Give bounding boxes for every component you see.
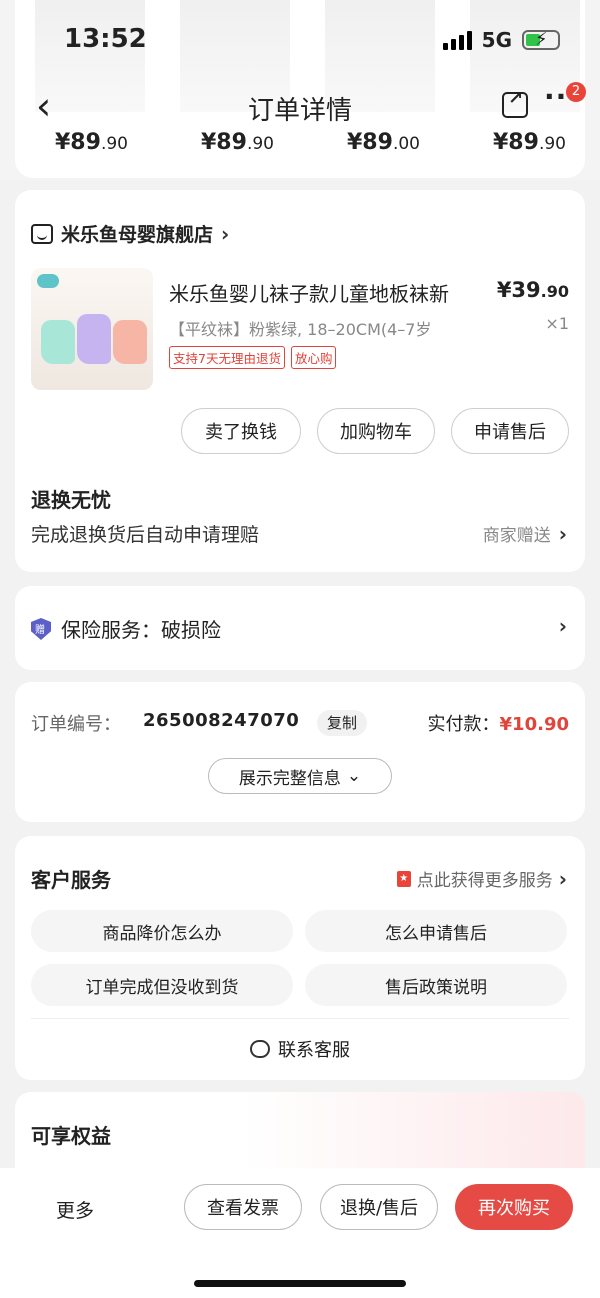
product-title[interactable]: 米乐鱼婴儿袜子款儿童地板袜新 [169,278,489,307]
shop-icon [31,223,53,244]
how-to-after-sale-option[interactable]: 怎么申请售后 [305,910,567,952]
chevron-right-icon: › [558,521,567,546]
price-decimal: .90 [540,282,569,301]
divider [31,1018,569,1019]
add-to-cart-button[interactable]: 加购物车 [317,408,435,454]
chevron-right-icon: › [221,221,230,246]
product-spec[interactable]: 【平纹袜】粉紫绿, 18–20CM(4–7岁 [169,316,489,340]
contact-service-button[interactable]: 联系客服 [15,1036,585,1062]
paid-label: 实付款： [427,714,500,735]
after-sale-policy-option[interactable]: 售后政策说明 [305,964,567,1006]
customer-service-card: 客户服务 ★ 点此获得更多服务 › 商品降价怎么办 怎么申请售后 订单完成但没收… [15,836,585,1080]
home-indicator [194,1280,406,1287]
worry-free-link[interactable]: 商家赠送 › [482,521,567,547]
service-options: 商品降价怎么办 怎么申请售后 订单完成但没收到货 售后政策说明 [31,910,569,1006]
insurance-text: 保险服务：破损险 [61,618,221,642]
insurance-shield-icon: 赠 [31,618,51,640]
shop-link[interactable]: 米乐鱼母婴旗舰店 › [31,220,229,247]
network-type: 5G [481,28,512,52]
return-after-sale-button[interactable]: 退换/售后 [320,1184,438,1230]
chevron-right-icon: › [558,866,567,891]
sock-image [113,320,147,364]
bottom-action-bar: 更多 查看发票 退换/售后 再次购买 [0,1168,600,1298]
more-button[interactable]: 更多 [56,1196,94,1223]
benefits-title: 可享权益 [31,1124,111,1148]
share-icon[interactable] [502,88,528,118]
price-decimal: .90 [538,134,566,154]
more-services-label: 点此获得更多服务 [416,871,553,891]
price-drop-option[interactable]: 商品降价怎么办 [31,910,293,952]
product-thumbnail[interactable] [31,268,153,390]
status-time: 13:52 [64,24,147,54]
chevron-down-icon: ⌄ [346,766,362,786]
paid-value: ¥10.90 [499,714,569,735]
resell-button[interactable]: 卖了换钱 [181,408,301,454]
order-product-card: 米乐鱼母婴旗舰店 › 米乐鱼婴儿袜子款儿童地板袜新 ¥39.90 【平纹袜】粉紫… [15,190,585,572]
apply-after-sale-button[interactable]: 申请售后 [451,408,569,454]
show-full-info-button[interactable]: 展示完整信息 ⌄ [208,758,392,794]
price-main: ¥39 [496,278,541,302]
customer-service-title: 客户服务 [31,868,111,892]
more-services-link[interactable]: ★ 点此获得更多服务 › [396,866,567,891]
star-badge-icon: ★ [396,870,411,887]
show-full-info-label: 展示完整信息 [238,768,341,789]
brand-tag-icon [37,274,59,288]
product-quantity: ×1 [545,314,569,333]
worry-free-title: 退换无忧 [31,488,111,512]
paid-amount: 实付款：¥10.90 [428,710,569,736]
buy-again-button[interactable]: 再次购买 [455,1184,573,1230]
nav-bar: ‹ 订单详情 ··· 2 [0,80,600,136]
battery-icon: ⚡ [522,29,560,50]
sock-image [41,320,75,364]
not-received-option[interactable]: 订单完成但没收到货 [31,964,293,1006]
order-number: 265008247070 [143,710,300,731]
product-tags: 支持7天无理由退货 放心购 [169,346,337,369]
insurance-card[interactable]: 赠 保险服务：破损险 › [15,586,585,670]
status-indicators: 5G ⚡ [442,28,560,52]
chat-bubble-icon [250,1040,270,1058]
order-info-card: 订单编号： 265008247070 复制 实付款：¥10.90 展示完整信息 … [15,682,585,822]
price-decimal: .90 [100,134,128,154]
notification-badge: 2 [566,82,586,102]
signal-icon [442,30,472,50]
merchant-gift-label: 商家赠送 [482,526,551,546]
return-policy-tag: 支持7天无理由退货 [169,346,285,369]
price-decimal: .00 [392,134,420,154]
contact-service-label: 联系客服 [278,1040,350,1061]
price-decimal: .90 [246,134,274,154]
product-price: ¥39.90 [497,278,569,302]
view-invoice-button[interactable]: 查看发票 [184,1184,302,1230]
sock-image [77,314,111,364]
assurance-tag: 放心购 [290,346,337,369]
product-actions: 卖了换钱 加购物车 申请售后 [181,408,569,454]
worry-free-description: 完成退换货后自动申请理赔 [31,524,260,546]
order-number-label: 订单编号： [31,714,121,735]
status-bar: 13:52 5G ⚡ [0,0,600,80]
shop-name: 米乐鱼母婴旗舰店 [61,224,214,246]
chevron-right-icon: › [558,614,567,638]
copy-button[interactable]: 复制 [317,710,368,736]
